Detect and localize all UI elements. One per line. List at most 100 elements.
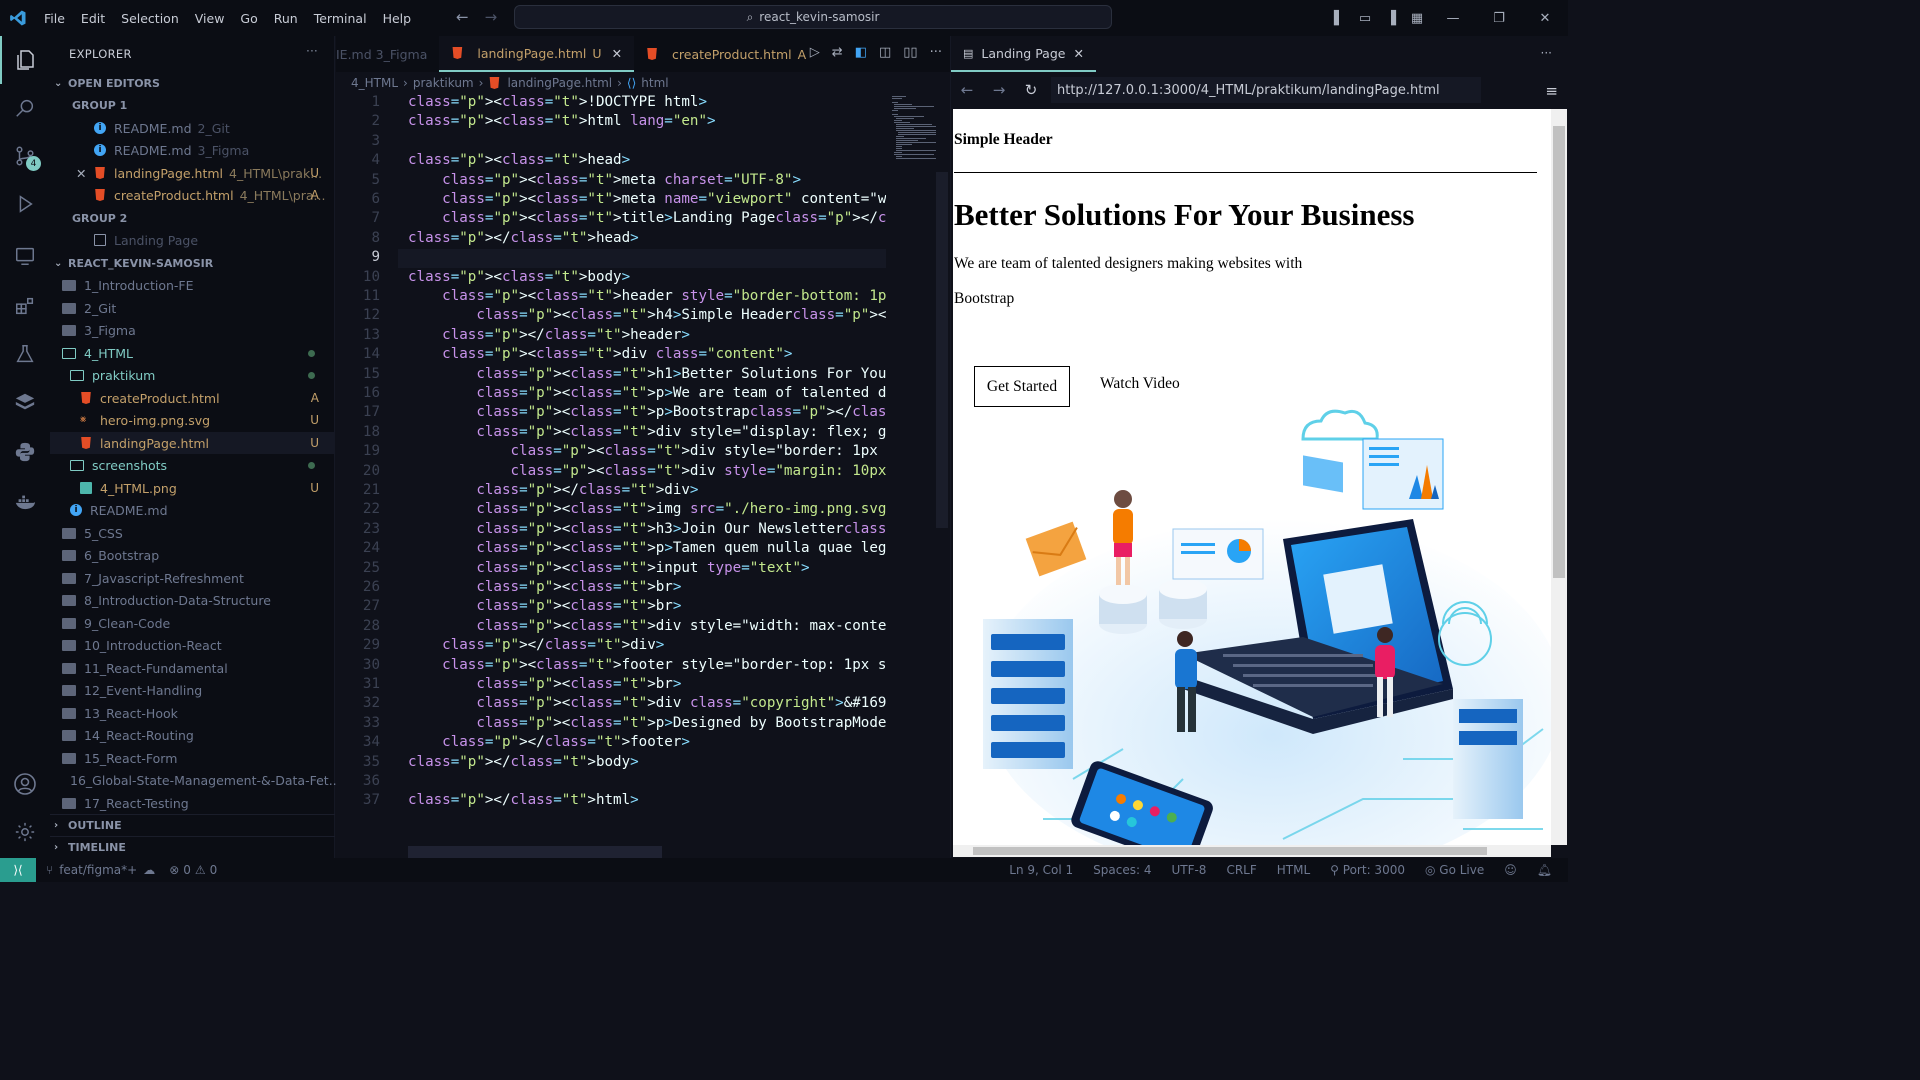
tab-landing-page-preview[interactable]: ▤ Landing Page ✕: [951, 36, 1096, 72]
code-line[interactable]: class="p"><class="t">meta charset="UTF-8…: [408, 172, 886, 188]
code-line[interactable]: class="p"><class="t">div class="copyrigh…: [408, 695, 886, 711]
reload-icon[interactable]: ↻: [1015, 81, 1047, 99]
menu-help[interactable]: Help: [375, 11, 420, 26]
tree-folder[interactable]: 7_Javascript-Refreshment: [50, 567, 335, 589]
cursor-position[interactable]: Ln 9, Col 1: [1009, 863, 1073, 877]
more-actions-icon[interactable]: ···: [306, 44, 318, 58]
tree-file[interactable]: ⨳ hero-img.png.svg U: [50, 409, 335, 431]
code-line[interactable]: class="p"><class="t">br>: [408, 676, 886, 692]
sync-icon[interactable]: ☁: [143, 863, 155, 877]
code-line[interactable]: class="p"><class="t">div style="border: …: [408, 443, 886, 459]
code-line[interactable]: class="p"><class="t">img src="./hero-img…: [408, 501, 886, 517]
language-mode[interactable]: HTML: [1277, 863, 1310, 877]
indentation[interactable]: Spaces: 4: [1093, 863, 1151, 877]
tree-folder[interactable]: 8_Introduction-Data-Structure: [50, 589, 335, 611]
code-line[interactable]: class="p"><class="t">div style="width: m…: [408, 618, 886, 634]
outline-section[interactable]: › OUTLINE: [50, 814, 335, 836]
back-arrow-icon[interactable]: ←: [951, 81, 983, 99]
tree-folder[interactable]: 12_Event-Handling: [50, 679, 335, 701]
tab-readme-figma[interactable]: IE.md 3_Figma: [336, 36, 439, 72]
code-line[interactable]: class="p"></class="t">html>: [408, 792, 886, 808]
python-icon[interactable]: [0, 428, 50, 476]
open-preview-icon[interactable]: ◧: [855, 45, 867, 60]
menu-selection[interactable]: Selection: [113, 11, 187, 26]
tree-file[interactable]: i README.md: [50, 499, 335, 521]
remote-indicator-icon[interactable]: ⟩⟨: [0, 858, 36, 882]
code-line[interactable]: class="p"><class="t">p>We are team of ta…: [408, 385, 886, 401]
account-icon[interactable]: [0, 760, 50, 808]
menu-icon[interactable]: ≡: [1545, 82, 1558, 100]
menu-view[interactable]: View: [187, 11, 233, 26]
tree-folder[interactable]: 10_Introduction-React: [50, 634, 335, 656]
horizontal-scrollbar[interactable]: [408, 846, 662, 858]
tree-file[interactable]: 4_HTML.png U: [50, 477, 335, 499]
close-tab-icon[interactable]: ✕: [1073, 46, 1083, 61]
tree-folder[interactable]: 13_React-Hook: [50, 702, 335, 724]
code-line[interactable]: class="p"><class="t">p>Tamen quem nulla …: [408, 540, 886, 556]
open-changes-icon[interactable]: ◫: [879, 45, 891, 60]
project-section[interactable]: ⌄ REACT_KEVIN-SAMOSIR: [50, 252, 335, 274]
code-line[interactable]: class="p"><class="t">br>: [408, 598, 886, 614]
tree-folder[interactable]: 3_Figma: [50, 319, 335, 341]
code-line[interactable]: class="p"><class="t">body>: [408, 269, 886, 285]
branch-name[interactable]: feat/figma*+: [59, 863, 137, 877]
code-line[interactable]: class="p"></class="t">div>: [408, 482, 886, 498]
code-line[interactable]: class="p"><class="t">h4>Simple Headercla…: [408, 307, 886, 323]
breadcrumb-item[interactable]: 4_HTML: [351, 76, 398, 90]
tree-folder[interactable]: 4_HTML: [50, 342, 335, 364]
restore-icon[interactable]: ❐: [1476, 11, 1522, 26]
page-hscroll-thumb[interactable]: [973, 847, 1487, 855]
menu-terminal[interactable]: Terminal: [306, 11, 375, 26]
search-icon[interactable]: [0, 84, 50, 132]
docker-icon[interactable]: [0, 478, 50, 526]
toggle-panel-icon[interactable]: ▭: [1352, 11, 1378, 26]
tree-folder[interactable]: 1_Introduction-FE: [50, 274, 335, 296]
tree-folder[interactable]: 14_React-Routing: [50, 724, 335, 746]
code-line[interactable]: class="p"><class="t">div class="content"…: [408, 346, 886, 362]
code-line[interactable]: class="p"></class="t">header>: [408, 327, 886, 343]
forward-arrow-icon[interactable]: →: [983, 81, 1015, 99]
timeline-section[interactable]: › TIMELINE: [50, 836, 335, 858]
code-line[interactable]: class="p"><class="t">head>: [408, 152, 886, 168]
encoding[interactable]: UTF-8: [1171, 863, 1206, 877]
extensions-icon[interactable]: [0, 282, 50, 330]
notifications-bell-icon[interactable]: 🔔︎: [1537, 863, 1552, 877]
more-actions-icon[interactable]: ···: [1541, 46, 1552, 60]
tab-landing-page[interactable]: landingPage.html U ✕: [439, 36, 635, 72]
code-line[interactable]: class="p"><class="t">p>Designed by Boots…: [408, 715, 886, 731]
code-line[interactable]: class="p"><class="t">h3>Join Our Newslet…: [408, 521, 886, 537]
command-center[interactable]: ⌕ react_kevin-samosir: [514, 5, 1112, 29]
tab-create-product[interactable]: createProduct.html A: [634, 36, 818, 72]
tree-folder[interactable]: screenshots: [50, 454, 335, 476]
code-line[interactable]: class="p"><class="t">html lang="en">: [408, 113, 886, 129]
watch-video-button[interactable]: Watch Video: [1100, 375, 1180, 393]
compare-changes-icon[interactable]: ⇄: [832, 45, 843, 60]
menu-run[interactable]: Run: [266, 11, 306, 26]
split-editor-icon[interactable]: ▯▯: [903, 45, 917, 60]
code-line[interactable]: class="p"><class="t">div style="margin: …: [408, 463, 887, 479]
url-bar[interactable]: http://127.0.0.1:3000/4_HTML/praktikum/l…: [1051, 77, 1481, 103]
tree-folder[interactable]: 2_Git: [50, 297, 335, 319]
source-control-icon[interactable]: 4: [0, 132, 50, 180]
breadcrumb-item[interactable]: praktikum: [413, 76, 474, 90]
open-editor-item[interactable]: ✕ landingPage.html 4_HTML\prak... U: [50, 162, 335, 184]
code-line[interactable]: class="p"></class="t">head>: [408, 230, 886, 246]
testing-icon[interactable]: [0, 330, 50, 378]
live-server-port[interactable]: ⚲ Port: 3000: [1330, 863, 1405, 877]
open-editor-item[interactable]: Landing Page: [50, 229, 335, 251]
code-line[interactable]: class="p"><class="t">meta name="viewport…: [408, 191, 886, 207]
code-line[interactable]: class="p"><class="t">!DOCTYPE html>: [408, 94, 886, 110]
code-line[interactable]: class="p"><class="t">div style="display:…: [408, 424, 886, 440]
tree-file-selected[interactable]: landingPage.html U: [50, 432, 335, 454]
more-actions-icon[interactable]: ···: [930, 45, 942, 60]
minimize-icon[interactable]: —: [1430, 11, 1476, 26]
forward-arrow-icon[interactable]: →: [485, 8, 498, 26]
settings-gear-icon[interactable]: [0, 808, 50, 856]
vertical-scrollbar[interactable]: [936, 172, 948, 528]
line-ending[interactable]: CRLF: [1226, 863, 1256, 877]
close-tab-icon[interactable]: ✕: [612, 46, 622, 61]
run-debug-icon[interactable]: [0, 180, 50, 228]
code-line[interactable]: class="p"><class="t">footer style="borde…: [408, 657, 886, 673]
open-editor-item[interactable]: createProduct.html 4_HTML\pra... A: [50, 184, 335, 206]
breadcrumb-item[interactable]: landingPage.html: [507, 76, 612, 90]
